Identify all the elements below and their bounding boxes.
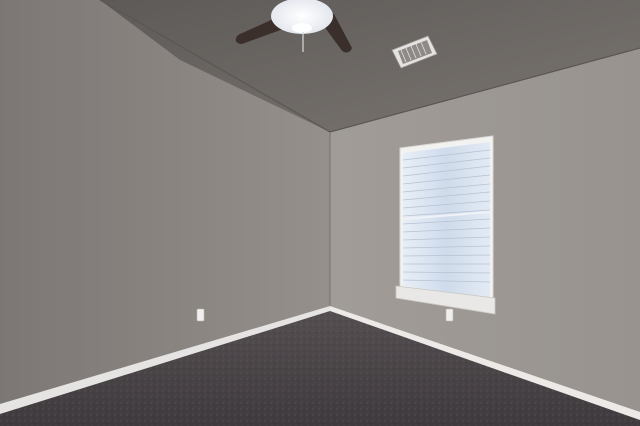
window [395, 135, 496, 315]
room-photo [0, 0, 640, 426]
room-illustration [0, 0, 640, 426]
outlet-right [445, 308, 454, 322]
outlet-left [196, 308, 205, 322]
